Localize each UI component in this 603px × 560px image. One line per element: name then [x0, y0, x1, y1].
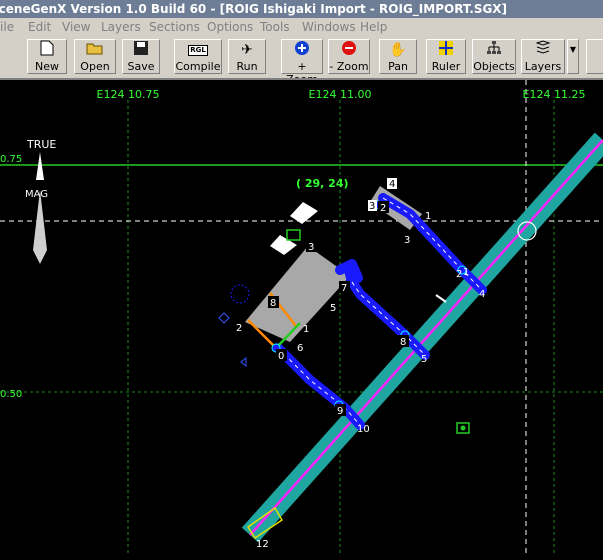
compile-icon: RGL	[175, 40, 221, 60]
runway[interactable]	[241, 132, 603, 543]
node-label: 5	[330, 303, 336, 314]
save-button-label: Save	[127, 60, 155, 73]
lon-label-1: E124 10.75	[97, 88, 160, 101]
pan-button[interactable]: ✋ Pan	[379, 39, 417, 74]
save-button[interactable]: Save	[122, 39, 160, 74]
layers-icon	[522, 40, 564, 60]
node-label: 2	[456, 269, 462, 280]
ruler-icon	[427, 40, 465, 60]
open-button-label: Open	[80, 60, 110, 73]
magnetic-north-needle-icon	[33, 190, 47, 264]
new-file-icon	[28, 40, 66, 60]
zoom-out-button-label: - Zoom	[329, 60, 369, 73]
run-button[interactable]: ✈ Run	[228, 39, 266, 74]
apron-stand-2[interactable]	[270, 235, 297, 255]
heading-tick	[435, 294, 447, 303]
layers-button-label: Layers	[524, 60, 562, 73]
menu-sections[interactable]: Sections	[149, 18, 200, 36]
open-button[interactable]: Open	[74, 39, 116, 74]
menu-bar: File Edit View Layers Sections Options T…	[0, 18, 603, 36]
airplane-icon: ✈	[241, 42, 253, 58]
menu-tools[interactable]: Tools	[260, 18, 290, 36]
ruler-button-label: Ruler	[431, 60, 461, 73]
node-label: 8	[270, 298, 276, 309]
node-label: 8	[400, 337, 406, 348]
hand-icon: ✋	[389, 42, 407, 58]
zoom-out-button[interactable]: - Zoom	[328, 39, 370, 74]
node-label: 1	[303, 324, 309, 335]
beacon-icon	[230, 284, 250, 304]
apron-stand-1[interactable]	[290, 202, 318, 224]
compile-button-label: Compile	[175, 60, 221, 73]
window-title-bar: SceneGenX Version 1.0 Build 60 - [ROIG I…	[0, 0, 603, 18]
taxiway-south[interactable]	[273, 343, 365, 430]
main-apron-polygon[interactable]	[245, 246, 350, 342]
node-labels: 4 3 2 1 3 2 1 4 8 7 5 3 2 1 6 0 8 5 9 10…	[234, 178, 485, 550]
objects-tree-icon	[473, 40, 515, 60]
pan-button-label: Pan	[388, 60, 408, 73]
true-north-arrow-icon	[36, 152, 44, 180]
node-label: 9	[337, 406, 343, 417]
node-label: 5	[421, 354, 427, 365]
compile-button[interactable]: RGL Compile	[174, 39, 222, 74]
save-disk-icon	[123, 40, 159, 60]
node-label: 1	[463, 267, 469, 278]
dropdown-arrow-icon: ▼	[569, 45, 577, 54]
lon-label-2: E124 11.00	[309, 88, 372, 101]
window-title: SceneGenX Version 1.0 Build 60 - [ROIG I…	[0, 2, 508, 16]
node-label: 4	[479, 289, 485, 300]
menu-view[interactable]: View	[62, 18, 90, 36]
lat-label-1: 0.75	[0, 154, 22, 165]
menu-file[interactable]: File	[0, 18, 14, 36]
object-marker-2-dot	[460, 425, 466, 431]
objects-button[interactable]: Objects	[472, 39, 516, 74]
node-label: 2	[236, 323, 242, 334]
compile-icon-text: RGL	[188, 45, 208, 56]
objects-button-label: Objects	[473, 60, 515, 73]
node-label: 6	[297, 343, 303, 354]
object-marker-1[interactable]	[286, 229, 301, 241]
node-label: 12	[256, 539, 269, 550]
zoom-in-button[interactable]: + Zoom	[281, 39, 323, 78]
compass-indicator: TRUE MAG	[25, 138, 56, 264]
layers-dropdown-button[interactable]: ▼	[567, 39, 579, 74]
node-label: 7	[341, 283, 347, 294]
true-north-label: TRUE	[26, 138, 56, 151]
lat-label-2: 0.50	[0, 389, 22, 400]
new-button[interactable]: New	[27, 39, 67, 74]
menu-windows[interactable]: Windows	[302, 18, 356, 36]
node-label: 2	[380, 203, 386, 214]
runway-centerline	[249, 139, 603, 536]
node-label: 3	[404, 235, 410, 246]
overflow-button[interactable]	[586, 39, 603, 74]
run-button-label: Run	[236, 60, 258, 73]
zoom-in-button-label: + Zoom	[286, 60, 318, 80]
node-label: 10	[357, 424, 370, 435]
new-button-label: New	[35, 60, 59, 73]
node-label: 3	[369, 201, 375, 212]
diamond-marker-icon	[218, 312, 230, 324]
menu-options[interactable]: Options	[207, 18, 253, 36]
toolbar: New Open Save RGL Compile ✈ Run + Zoom -…	[0, 36, 603, 80]
map-canvas[interactable]: E124 10.75 E124 11.00 E124 11.25 0.75 0.…	[0, 80, 603, 556]
node-label: 0	[278, 351, 284, 362]
ruler-button[interactable]: Ruler	[426, 39, 466, 74]
triangle-marker-icon	[240, 356, 247, 368]
node-label: 4	[389, 179, 395, 190]
zoom-in-icon	[282, 40, 322, 60]
node-label: 3	[308, 242, 314, 253]
menu-help[interactable]: Help	[360, 18, 387, 36]
menu-layers[interactable]: Layers	[101, 18, 141, 36]
zoom-out-icon	[329, 40, 369, 60]
lon-label-3: E124 11.25	[523, 88, 586, 101]
map-view[interactable]: E124 10.75 E124 11.00 E124 11.25 0.75 0.…	[0, 80, 603, 556]
magnetic-north-label: MAG	[25, 189, 48, 200]
menu-edit[interactable]: Edit	[28, 18, 51, 36]
layers-button[interactable]: Layers	[521, 39, 565, 74]
node-label: 1	[425, 211, 431, 222]
open-folder-icon	[75, 40, 115, 60]
cursor-coordinate-readout: ( 29, 24)	[296, 177, 349, 190]
